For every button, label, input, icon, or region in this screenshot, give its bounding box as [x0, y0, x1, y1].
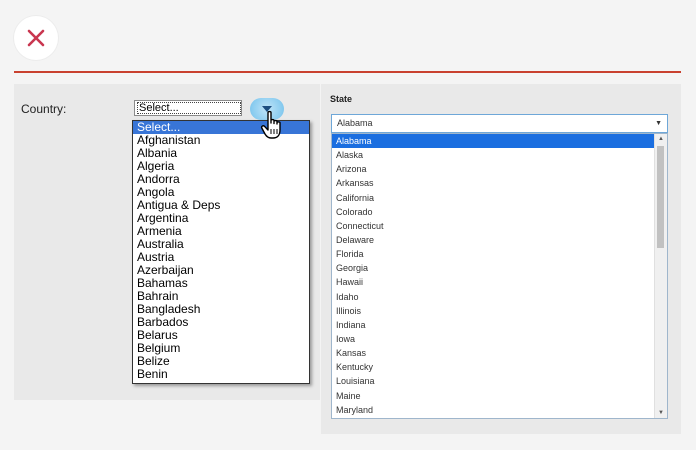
state-option[interactable]: Florida — [332, 247, 655, 261]
state-panel: State Alabama ▼ Alabama Alaska Arizona Arka… — [321, 84, 681, 434]
state-option[interactable]: Colorado — [332, 205, 655, 219]
state-option[interactable]: Hawaii — [332, 275, 655, 289]
state-option[interactable]: Illinois — [332, 304, 655, 318]
state-select-value: Alabama — [337, 118, 373, 128]
state-options: Alabama Alaska Arizona Arkansas California Co… — [332, 134, 655, 417]
state-list-scrollbar[interactable]: ▲ ▼ — [654, 134, 667, 418]
state-option[interactable]: Maryland — [332, 403, 655, 417]
close-icon — [27, 29, 45, 47]
country-label: Country: — [21, 102, 67, 116]
state-option[interactable]: Delaware — [332, 233, 655, 247]
state-option[interactable]: California — [332, 191, 655, 205]
country-options-list[interactable]: Select... Afghanistan Albania Algeria Andorr… — [132, 120, 310, 384]
state-option[interactable]: Kentucky — [332, 360, 655, 374]
state-option[interactable]: Arkansas — [332, 176, 655, 190]
country-panel: Country: Select... Select... Afghanistan A… — [14, 84, 320, 400]
state-option[interactable]: Indiana — [332, 318, 655, 332]
caret-down-icon: ▼ — [655, 120, 662, 127]
state-option[interactable]: Kansas — [332, 346, 655, 360]
scrollbar-thumb[interactable] — [657, 146, 664, 248]
state-option[interactable]: Louisiana — [332, 374, 655, 388]
state-options-list[interactable]: Alabama Alaska Arizona Arkansas California Co… — [331, 133, 668, 419]
state-select[interactable]: Alabama ▼ — [331, 114, 668, 133]
country-select[interactable]: Select... — [134, 100, 242, 116]
state-option[interactable]: Alaska — [332, 148, 655, 162]
state-option[interactable]: Alabama — [332, 134, 655, 149]
close-button[interactable] — [14, 16, 58, 60]
scroll-up-icon[interactable]: ▲ — [655, 134, 667, 144]
country-option[interactable]: Benin — [133, 368, 309, 381]
state-option[interactable]: Georgia — [332, 261, 655, 275]
state-label: State — [330, 94, 353, 104]
header-divider — [14, 71, 681, 73]
state-option[interactable]: Arizona — [332, 162, 655, 176]
scroll-down-icon[interactable]: ▼ — [655, 408, 667, 418]
state-option[interactable]: Connecticut — [332, 219, 655, 233]
hand-pointer-icon — [260, 110, 281, 139]
state-option[interactable]: Maine — [332, 389, 655, 403]
state-option[interactable]: Idaho — [332, 290, 655, 304]
page: Country: Select... Select... Afghanistan A… — [0, 0, 696, 450]
state-option[interactable]: Iowa — [332, 332, 655, 346]
